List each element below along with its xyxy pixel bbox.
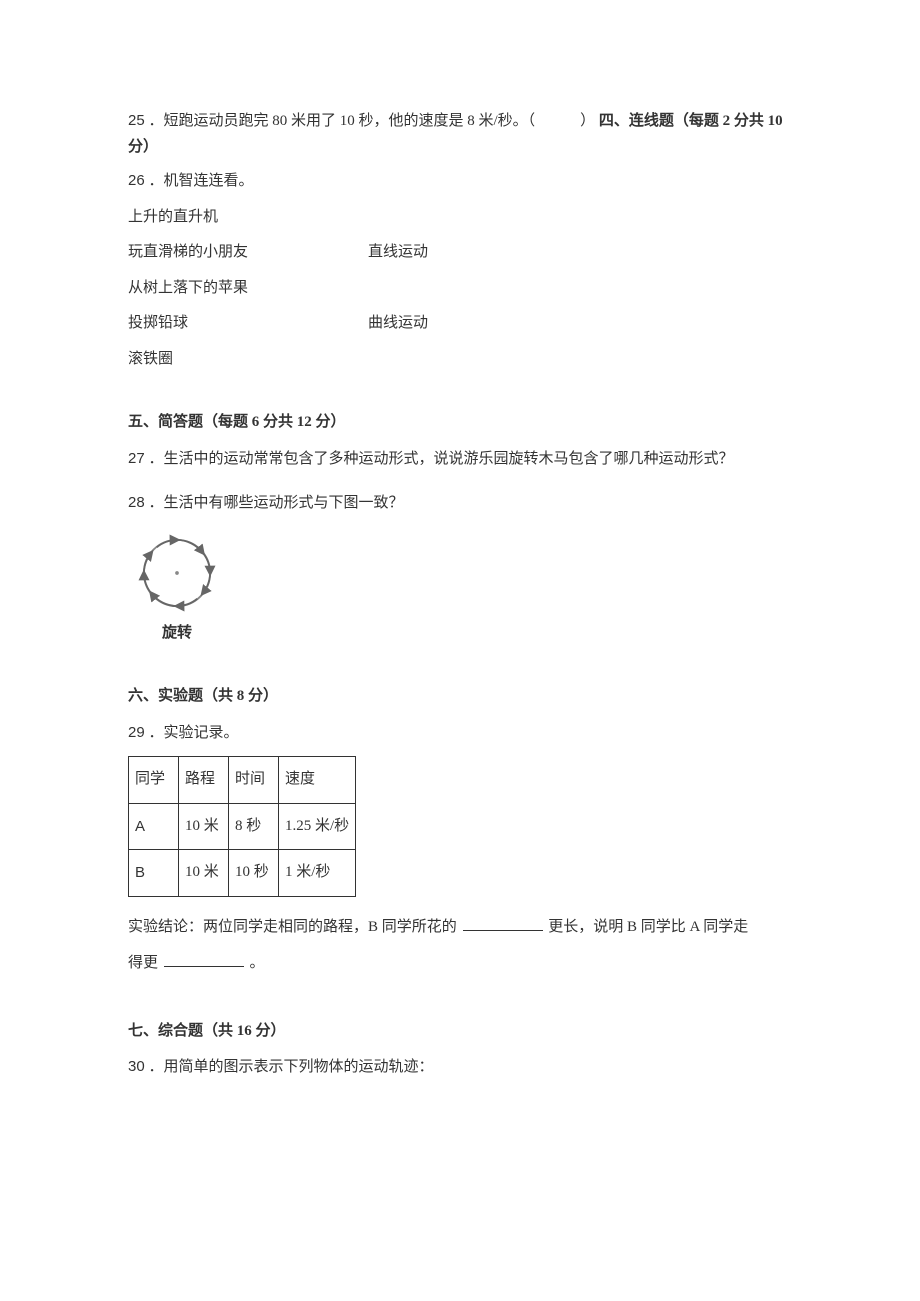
question-29: 29 ．实验记录。 xyxy=(128,720,792,747)
table-cell: B xyxy=(129,850,179,897)
question-lead: ．实验记录。 xyxy=(148,725,238,741)
section-6-title: 六、实验题（共 8 分） xyxy=(128,684,792,710)
table-row: A 10 米 8 秒 1.25 米/秒 xyxy=(129,803,356,850)
conclusion-text: 实验结论：两位同学走相同的路程，B 同学所花的 xyxy=(128,919,457,935)
diagram-label: 旋转 xyxy=(131,621,223,647)
fill-blank[interactable] xyxy=(164,953,244,967)
match-row: 上升的直升机 xyxy=(128,205,792,231)
question-lead: ．机智连连看。 xyxy=(148,173,253,189)
match-item-left: 从树上落下的苹果 xyxy=(128,276,368,302)
match-item-right: 直线运动 xyxy=(368,240,428,266)
question-number: 25 xyxy=(128,112,145,129)
table-header: 同学 xyxy=(129,757,179,804)
experiment-table: 同学 路程 时间 速度 A 10 米 8 秒 1.25 米/秒 B 10 米 1… xyxy=(128,756,356,897)
question-28: 28 ．生活中有哪些运动形式与下图一致？ xyxy=(128,490,792,517)
question-27: 27 ．生活中的运动常常包含了多种运动形式，说说游乐园旋转木马包含了哪几种运动形… xyxy=(128,446,792,473)
match-item-right: 曲线运动 xyxy=(368,311,428,337)
section-7-title: 七、综合题（共 16 分） xyxy=(128,1019,792,1045)
question-number: 30 xyxy=(128,1058,145,1075)
question-text: ．生活中的运动常常包含了多种运动形式，说说游乐园旋转木马包含了哪几种运动形式？ xyxy=(148,451,733,467)
table-cell: A xyxy=(129,803,179,850)
table-cell: 1.25 米/秒 xyxy=(279,803,356,850)
question-26: 26 ．机智连连看。 xyxy=(128,168,792,195)
match-row: 滚铁圈 xyxy=(128,347,792,373)
question-25: 25 ．短跑运动员跑完 80 米用了 10 秒，他的速度是 8 米/秒。（ ） … xyxy=(128,108,792,160)
question-text: ．用简单的图示表示下列物体的运动轨迹： xyxy=(148,1059,433,1075)
match-row: 从树上落下的苹果 xyxy=(128,276,792,302)
rotation-diagram: 旋转 xyxy=(131,527,792,647)
table-header: 路程 xyxy=(179,757,229,804)
table-cell: 10 米 xyxy=(179,803,229,850)
match-item-left: 玩直滑梯的小朋友 xyxy=(128,240,368,266)
match-row: 玩直滑梯的小朋友 直线运动 xyxy=(128,240,792,266)
table-header: 时间 xyxy=(229,757,279,804)
question-number: 29 xyxy=(128,724,145,741)
conclusion-text: 。 xyxy=(250,955,265,971)
section-5-title: 五、简答题（每题 6 分共 12 分） xyxy=(128,410,792,436)
experiment-conclusion: 实验结论：两位同学走相同的路程，B 同学所花的 更长，说明 B 同学比 A 同学… xyxy=(128,909,792,981)
fill-blank[interactable] xyxy=(463,917,543,931)
match-item-left: 滚铁圈 xyxy=(128,347,368,373)
question-text: ．生活中有哪些运动形式与下图一致？ xyxy=(148,495,403,511)
match-item-left: 上升的直升机 xyxy=(128,205,368,231)
table-header: 速度 xyxy=(279,757,356,804)
table-cell: 1 米/秒 xyxy=(279,850,356,897)
question-number: 27 xyxy=(128,450,145,467)
question-text: ．短跑运动员跑完 80 米用了 10 秒，他的速度是 8 米/秒。（ ） xyxy=(148,113,595,129)
conclusion-text: 得更 xyxy=(128,955,158,971)
table-cell: 10 秒 xyxy=(229,850,279,897)
question-number: 28 xyxy=(128,494,145,511)
table-cell: 10 米 xyxy=(179,850,229,897)
match-row: 投掷铅球 曲线运动 xyxy=(128,311,792,337)
match-item-left: 投掷铅球 xyxy=(128,311,368,337)
rotation-circle-icon xyxy=(131,527,223,619)
conclusion-text: 更长，说明 B 同学比 A 同学走 xyxy=(548,919,748,935)
table-row: B 10 米 10 秒 1 米/秒 xyxy=(129,850,356,897)
question-30: 30 ．用简单的图示表示下列物体的运动轨迹： xyxy=(128,1054,792,1081)
table-row: 同学 路程 时间 速度 xyxy=(129,757,356,804)
question-number: 26 xyxy=(128,172,145,189)
table-cell: 8 秒 xyxy=(229,803,279,850)
